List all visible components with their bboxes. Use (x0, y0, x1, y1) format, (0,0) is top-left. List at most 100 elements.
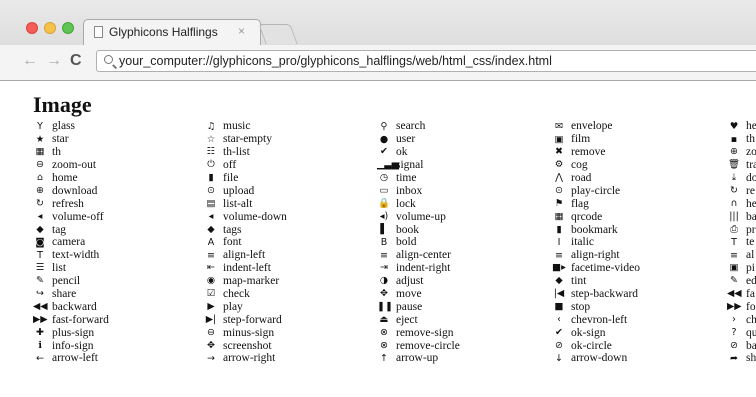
camera-icon: ◙ (35, 236, 45, 248)
icon-list-item: ◀◀ fa (727, 288, 756, 301)
icon-list-item: ✎ ed (727, 275, 756, 288)
icon-name-label: th (52, 146, 61, 159)
icon-list-item: Afont (204, 236, 287, 249)
film-icon: ▣ (554, 133, 564, 145)
upload-icon: ⊙ (207, 185, 215, 197)
icon-name-label: flag (571, 197, 589, 210)
tags-icon: ◆ (207, 223, 215, 235)
check-icon: ☑ (206, 288, 216, 300)
icon-list-item: ◑ adjust (377, 275, 460, 288)
close-window-button[interactable] (26, 22, 38, 34)
signal-icon: ▁▃▅ (377, 159, 399, 171)
share-icon: ↪ (36, 288, 44, 300)
icon-list-item: ⇥ indent-right (377, 262, 460, 275)
icon-name-label: volume-up (396, 210, 446, 223)
question-sign-icon: ? (731, 326, 737, 338)
align-center-icon: ≡ (380, 249, 388, 261)
icon-list-item: ● user (377, 133, 460, 146)
icon-list-item: ↻ re (727, 184, 756, 197)
icon-list-item: ▶▶ fast-forward (33, 313, 109, 326)
bold-icon: B (380, 236, 388, 248)
search-icon: ⚲ (380, 120, 388, 132)
icon-name-label: backward (52, 300, 97, 313)
remove-circle-icon: ⊗ (380, 339, 388, 351)
flag-icon: ⚑ (554, 198, 564, 210)
icon-list-item: ▪ th (727, 133, 756, 146)
zoom-window-button[interactable] (62, 22, 74, 34)
icon-list-item: ◆ tags (204, 223, 287, 236)
icon-name-label: chevron-left (571, 313, 628, 326)
icon-list-item: ◙ camera (33, 236, 109, 249)
icon-list-item: ⊙ upload (204, 184, 287, 197)
icon-list-item: ☆ star-empty (204, 133, 287, 146)
icon-list-item: ⤓ do (727, 172, 756, 185)
icon-name-label: list-alt (223, 197, 253, 210)
icon-column: ♥ he ▪ th ⊕ zo 🗑 tra ⤓ do ↻ re ∩ he ||| ba ⎙ pr Tte ≡ al ▣ pi ✎… (727, 120, 756, 365)
icon-list-item: Yglass (33, 120, 109, 133)
icon-list-item: ✔ ok (377, 146, 460, 159)
font-icon: A (207, 236, 215, 248)
icon-name-label: qu (746, 326, 756, 339)
icon-name-label: play-circle (571, 184, 621, 197)
icon-name-label: tint (571, 275, 587, 288)
icon-list-item: ⊕ download (33, 184, 109, 197)
reload-button[interactable]: C (70, 52, 82, 70)
icon-name-label: upload (223, 184, 255, 197)
browser-tab[interactable]: Glyphicons Halflings × (83, 19, 261, 45)
heart-icon: ♥ (729, 120, 739, 132)
icon-name-label: tra (746, 159, 756, 172)
icon-list-item: ■ stop (552, 300, 640, 313)
icon-name-label: zo (746, 146, 756, 159)
icon-name-label: arrow-right (223, 352, 276, 365)
icon-name-label: road (571, 172, 592, 184)
icon-name-label: he (746, 120, 756, 133)
italic-icon: I (557, 236, 561, 248)
icon-name-label: off (223, 159, 237, 172)
icon-list-item: ☑ check (204, 288, 287, 301)
pause-icon: ❚❚ (377, 301, 393, 313)
icon-list-item: ▭ inbox (377, 184, 460, 197)
icon-name-label: file (223, 172, 239, 184)
icon-name-label: al (746, 249, 755, 262)
facetime-video-icon: ■▸ (552, 262, 566, 274)
zoom-in-icon: ⊕ (730, 146, 738, 158)
icon-name-label: list (52, 262, 67, 275)
share-alt-icon: ➦ (730, 352, 738, 364)
search-icon (104, 55, 113, 64)
icon-name-label: glass (52, 120, 75, 133)
minimize-window-button[interactable] (44, 22, 56, 34)
icon-name-label: move (396, 288, 422, 301)
icon-list-item: ◂) volume-up (377, 210, 460, 223)
icon-list-item: |◀ step-backward (552, 288, 640, 301)
icon-column: ♫ music ☆ star-empty ☷ th-list ⏻ off ▮ file ⊙ uploa… (204, 120, 287, 365)
icon-list-item: → arrow-right (204, 352, 287, 365)
icon-name-label: bookmark (571, 223, 618, 236)
icon-list-item: ▮ bookmark (552, 223, 640, 236)
tab-close-icon[interactable]: × (238, 24, 245, 38)
icon-list-item: ⇤ indent-left (204, 262, 287, 275)
arrow-up-icon: ↑ (380, 352, 388, 364)
refresh-icon: ↻ (36, 198, 44, 210)
star-icon: ★ (35, 133, 45, 145)
volume-off-icon: ◂ (37, 210, 43, 222)
new-tab-button[interactable] (258, 24, 298, 44)
download-icon: ⊕ (36, 185, 44, 197)
icon-list-item: ☰ list (33, 262, 109, 275)
address-bar[interactable]: your_computer://glyphicons_pro/glyphicon… (96, 50, 756, 72)
icon-name-label: te (746, 236, 755, 249)
envelope-icon: ✉ (555, 120, 563, 132)
icon-name-label: italic (571, 236, 594, 249)
icon-name-label: qrcode (571, 210, 603, 223)
back-button[interactable]: ← (22, 52, 38, 70)
road-icon: ⋀ (555, 172, 563, 184)
url-text[interactable]: your_computer://glyphicons_pro/glyphicon… (119, 54, 552, 68)
th-list-icon: ☷ (206, 146, 216, 158)
icon-name-label: tags (223, 223, 242, 236)
align-right-icon: ≡ (555, 249, 563, 261)
icon-list-item: ‹ chevron-left (552, 313, 640, 326)
forward-button[interactable]: → (46, 52, 62, 70)
icon-name-label: pr (746, 223, 756, 236)
icon-list-item: ∩ he (727, 197, 756, 210)
download-alt-icon: ⤓ (731, 172, 737, 184)
icon-list-item: ▦ qrcode (552, 210, 640, 223)
